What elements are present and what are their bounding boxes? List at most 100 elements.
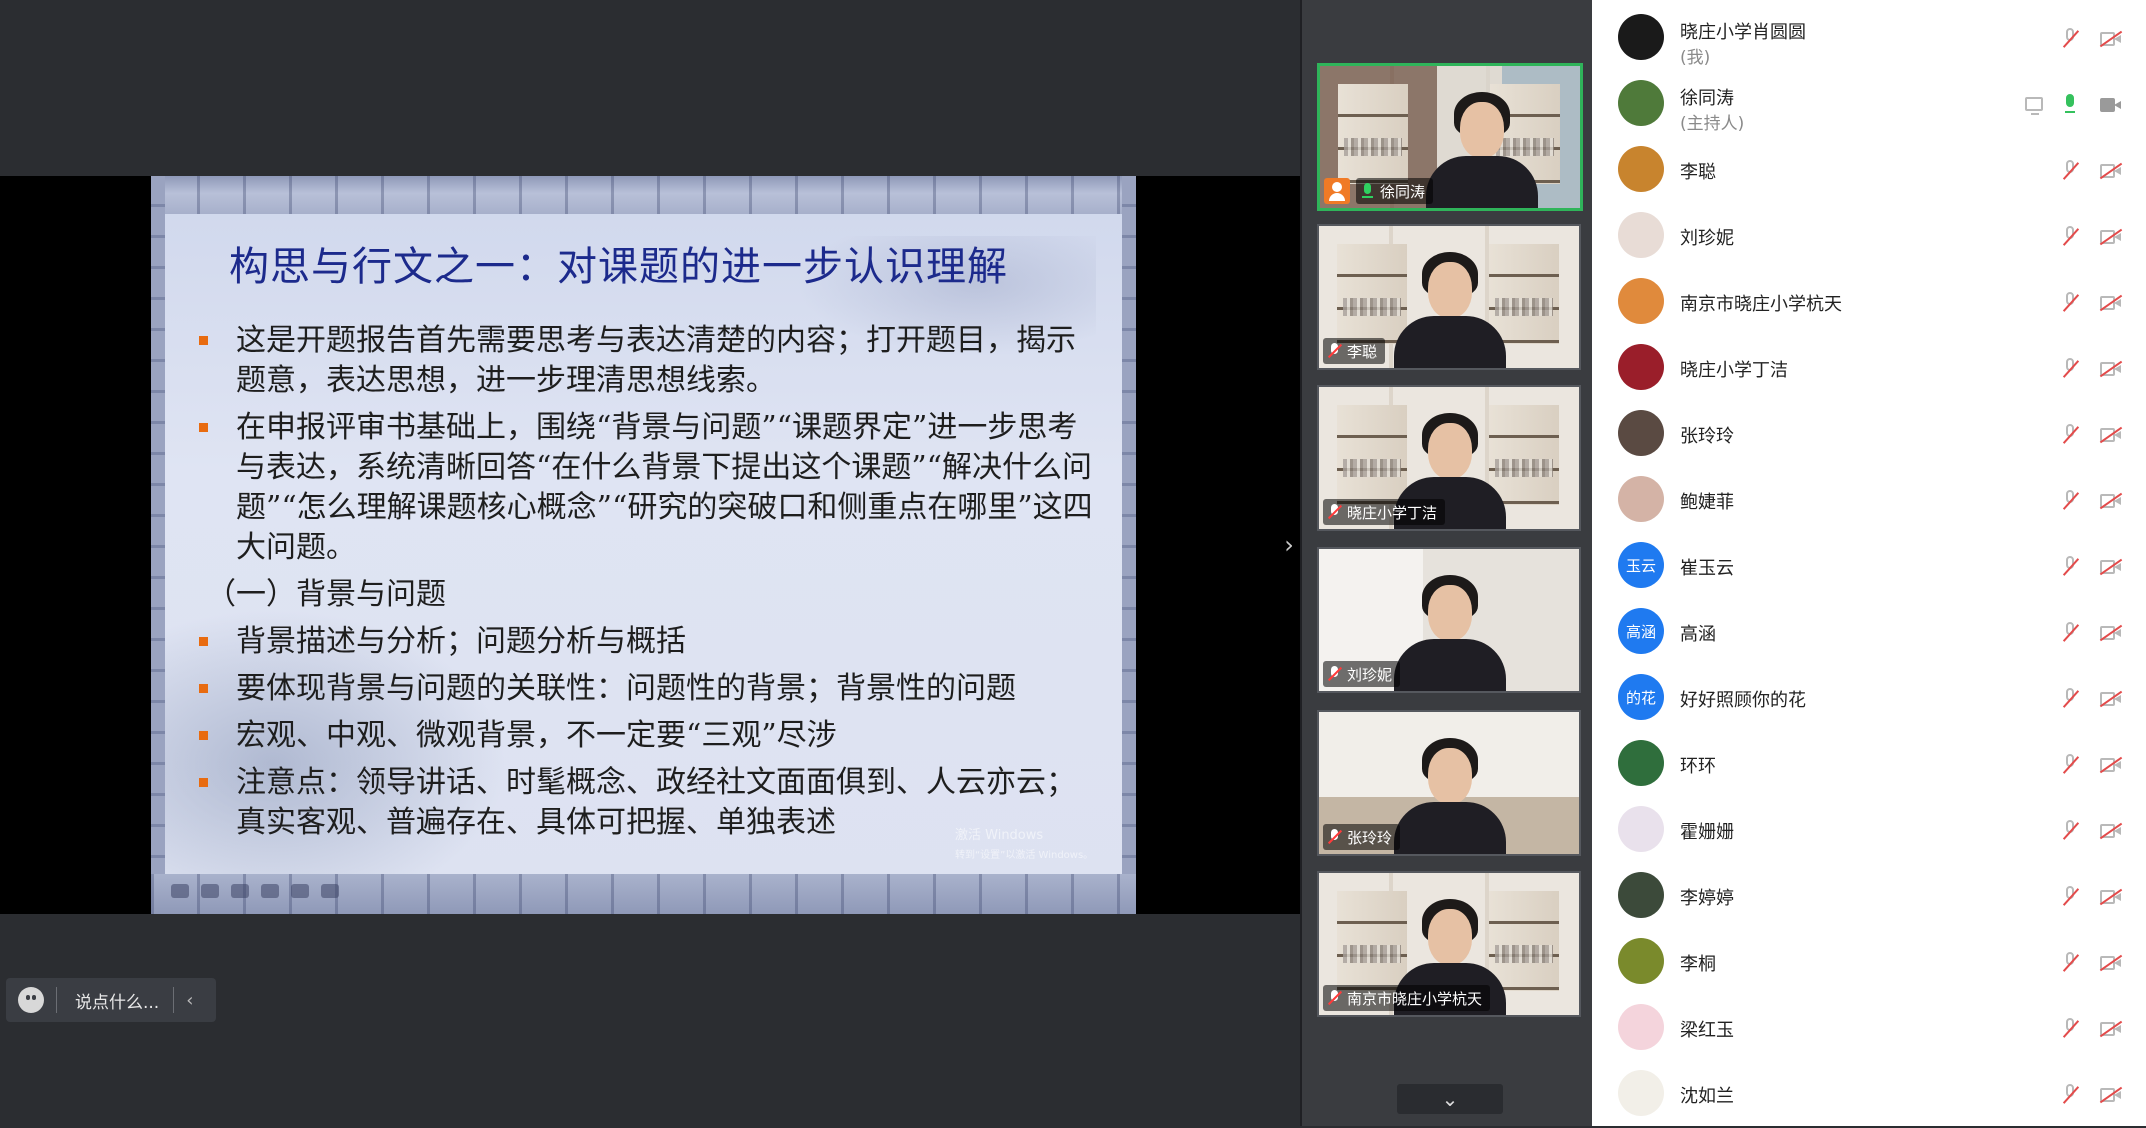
participant-row[interactable]: 玉云 崔玉云 <box>1592 534 2146 600</box>
participant-row[interactable]: 徐同涛 (主持人) <box>1592 72 2146 138</box>
microphone-muted-icon[interactable] <box>2062 1084 2078 1106</box>
video-tile[interactable]: 刘珍妮 <box>1317 547 1581 693</box>
microphone-muted-icon[interactable] <box>2062 1018 2078 1040</box>
camera-off-icon[interactable] <box>2099 558 2123 576</box>
avatar <box>1618 1070 1664 1116</box>
video-tile[interactable]: 李聪 <box>1317 224 1581 370</box>
participant-row[interactable]: 高涵 高涵 <box>1592 600 2146 666</box>
camera-off-icon[interactable] <box>2099 162 2123 180</box>
screen-share-icon[interactable] <box>2025 97 2043 115</box>
camera-off-icon[interactable] <box>2099 492 2123 510</box>
microphone-muted-icon[interactable] <box>2062 952 2078 974</box>
camera-off-icon[interactable] <box>2099 888 2123 906</box>
avatar <box>1618 938 1664 984</box>
microphone-muted-icon[interactable] <box>2062 490 2078 512</box>
microphone-muted-icon[interactable] <box>2062 820 2078 842</box>
participant-row[interactable]: 张玲玲 <box>1592 402 2146 468</box>
chat-input-box[interactable]: 说点什么... ‹ <box>6 978 216 1022</box>
camera-off-icon[interactable] <box>2099 360 2123 378</box>
participant-name: 沈如兰 <box>1680 1086 1734 1107</box>
camera-off-icon[interactable] <box>2099 294 2123 312</box>
microphone-muted-icon <box>1327 989 1341 1007</box>
participant-row[interactable]: 李桐 <box>1592 930 2146 996</box>
participant-video <box>1394 573 1506 691</box>
participant-row[interactable]: 晓庄小学丁洁 <box>1592 336 2146 402</box>
participant-row[interactable]: 霍姗姗 <box>1592 798 2146 864</box>
video-tile-name: 刘珍妮 <box>1347 665 1393 684</box>
participant-row[interactable]: 环环 <box>1592 732 2146 798</box>
video-tile-label: 晓庄小学丁洁 <box>1323 499 1446 525</box>
person-head <box>1428 909 1472 965</box>
books <box>1343 459 1401 477</box>
chat-input-placeholder[interactable]: 说点什么... <box>75 988 159 1013</box>
participant-row[interactable]: 刘珍妮 <box>1592 204 2146 270</box>
avatar <box>1618 806 1664 852</box>
video-tile[interactable]: 晓庄小学丁洁 <box>1317 385 1581 531</box>
camera-off-slash <box>2099 30 2123 48</box>
camera-off-icon[interactable] <box>2099 228 2123 246</box>
watermark-subtitle: 转到“设置”以激活 Windows。 <box>955 850 1094 861</box>
bullet-marker <box>199 731 208 740</box>
microphone-muted-icon[interactable] <box>2062 160 2078 182</box>
video-tile[interactable]: 徐同涛 <box>1317 63 1583 211</box>
scroll-down-button[interactable]: ⌄ <box>1397 1084 1503 1114</box>
microphone-muted-icon[interactable] <box>2062 556 2078 578</box>
avatar-initials: 的花 <box>1625 688 1656 707</box>
microphone-muted-icon[interactable] <box>2062 226 2078 248</box>
microphone-icon[interactable] <box>2062 94 2078 116</box>
camera-off-icon[interactable] <box>2099 756 2123 774</box>
microphone-muted-icon[interactable] <box>2062 358 2078 380</box>
collapse-chat-icon[interactable]: ‹ <box>186 990 193 1011</box>
expand-panel-icon[interactable]: › <box>1280 530 1298 560</box>
microphone-muted-icon[interactable] <box>2062 754 2078 776</box>
microphone-muted-icon[interactable] <box>2062 886 2078 908</box>
participant-row[interactable]: 南京市晓庄小学杭天 <box>1592 270 2146 336</box>
prev-slide-icon <box>171 884 189 898</box>
microphone-muted-icon[interactable] <box>2062 292 2078 314</box>
camera-off-slash <box>2099 558 2123 576</box>
camera-off-slash <box>2099 822 2123 840</box>
participant-row[interactable]: 李婷婷 <box>1592 864 2146 930</box>
participant-row[interactable]: 的花 好好照顾你的花 <box>1592 666 2146 732</box>
slide-border-right <box>1122 176 1136 914</box>
camera-off-icon[interactable] <box>2099 1020 2123 1038</box>
avatar-initials: 高涵 <box>1625 622 1656 641</box>
shared-screen-stage: 构思与行文之一：对课题的进一步认识理解 这是开题报告首先需要思考与表达清楚的内容… <box>0 0 1300 1126</box>
participant-name: 南京市晓庄小学杭天 <box>1680 294 1842 315</box>
camera-off-icon[interactable] <box>2099 624 2123 642</box>
camera-off-slash <box>2099 756 2123 774</box>
camera-off-icon[interactable] <box>2099 426 2123 444</box>
emoji-icon[interactable] <box>18 987 44 1013</box>
camera-off-slash <box>2099 360 2123 378</box>
camera-off-icon[interactable] <box>2099 30 2123 48</box>
participant-row[interactable]: 鲍婕菲 <box>1592 468 2146 534</box>
camera-off-icon[interactable] <box>2099 822 2123 840</box>
participant-name: 李婷婷 <box>1680 888 1734 909</box>
avatar <box>1618 14 1664 60</box>
participant-row[interactable]: 梁红玉 <box>1592 996 2146 1062</box>
microphone-muted-icon[interactable] <box>2062 424 2078 446</box>
camera-off-slash <box>2099 888 2123 906</box>
slide-bullet: 要体现背景与问题的关联性：问题性的背景；背景性的问题 <box>196 669 1101 709</box>
pointer-icon <box>261 884 279 898</box>
microphone-muted-icon[interactable] <box>2062 688 2078 710</box>
video-tile[interactable]: 张玲玲 <box>1317 710 1581 856</box>
participant-name: 刘珍妮 <box>1680 228 1734 249</box>
camera-off-icon[interactable] <box>2099 1086 2123 1104</box>
camera-off-icon[interactable] <box>2099 954 2123 972</box>
participant-row[interactable]: 沈如兰 <box>1592 1062 2146 1128</box>
participant-role: (主持人) <box>1680 114 1745 134</box>
avatar <box>1618 1004 1664 1050</box>
participant-row[interactable]: 晓庄小学肖圆圆 (我) <box>1592 6 2146 72</box>
avatar <box>1618 278 1664 324</box>
camera-icon[interactable] <box>2100 97 2122 113</box>
video-tile[interactable]: 南京市晓庄小学杭天 <box>1317 871 1581 1017</box>
camera-off-icon[interactable] <box>2099 690 2123 708</box>
participant-name: 梁红玉 <box>1680 1020 1734 1041</box>
participant-row[interactable]: 李聪 <box>1592 138 2146 204</box>
host-icon <box>1324 178 1350 204</box>
microphone-muted-icon[interactable] <box>2062 28 2078 50</box>
microphone-muted-icon <box>1327 342 1341 360</box>
avatar: 的花 <box>1618 674 1664 720</box>
microphone-muted-icon[interactable] <box>2062 622 2078 644</box>
